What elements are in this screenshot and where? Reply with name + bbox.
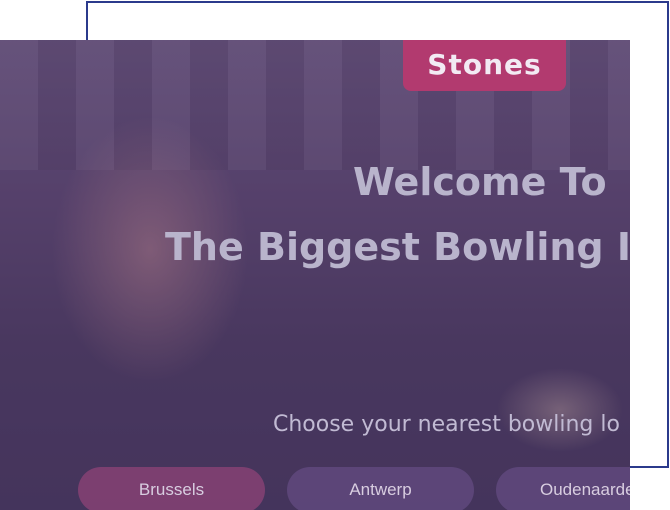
logo-text: Stones — [427, 48, 542, 81]
location-button-oudenaarde[interactable]: Oudenaarde — [496, 467, 630, 510]
hero-banner: Stones Welcome To The Biggest Bowling In… — [0, 40, 630, 510]
hero-headline: The Biggest Bowling In — [165, 227, 630, 269]
location-button-brussels[interactable]: Brussels — [78, 467, 265, 510]
location-button-antwerp[interactable]: Antwerp — [287, 467, 474, 510]
site-logo[interactable]: Stones — [403, 40, 566, 91]
hero-subheading: Choose your nearest bowling lo — [273, 413, 620, 437]
hero-welcome-text: Welcome To — [353, 160, 607, 204]
